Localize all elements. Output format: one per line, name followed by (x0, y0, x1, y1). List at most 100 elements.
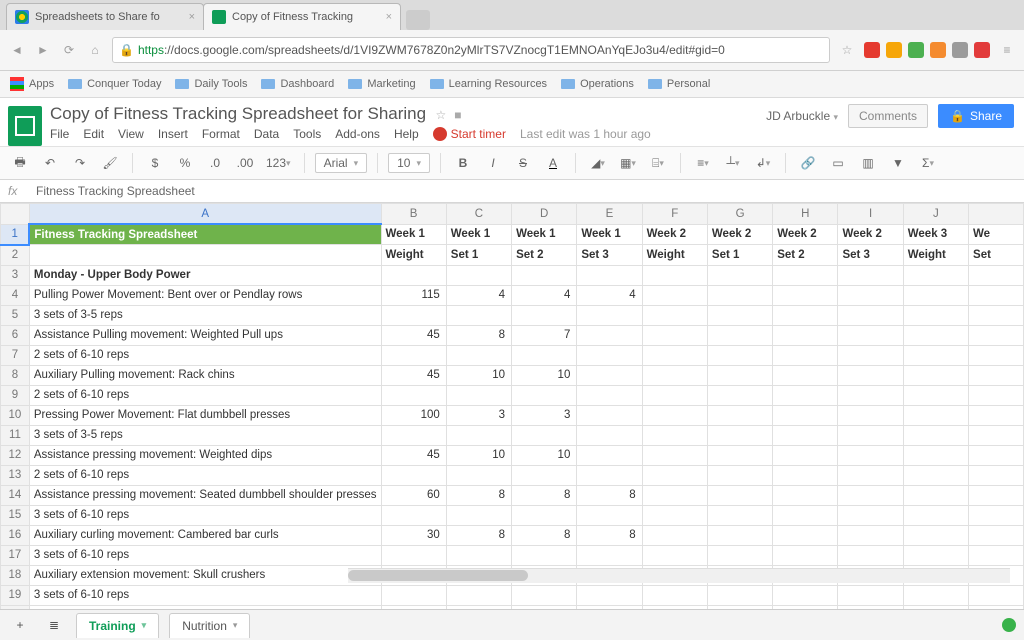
cell[interactable] (446, 345, 511, 365)
more-formats-button[interactable]: 123 ▾ (263, 152, 294, 174)
cell[interactable]: Weight (903, 245, 968, 266)
cell[interactable] (773, 385, 838, 405)
cell[interactable]: 10 (446, 445, 511, 465)
cell[interactable]: 3 sets of 3-5 reps (29, 305, 381, 325)
undo-icon[interactable]: ↶ (38, 152, 62, 174)
cell[interactable] (642, 505, 707, 525)
cell[interactable]: 100 (381, 405, 446, 425)
cell[interactable] (577, 305, 642, 325)
cell[interactable] (838, 485, 903, 505)
cell[interactable] (773, 345, 838, 365)
row-header[interactable]: 10 (1, 405, 30, 425)
scrollbar-thumb[interactable] (348, 570, 528, 581)
cell[interactable] (577, 265, 642, 285)
cell[interactable] (577, 405, 642, 425)
cell[interactable]: Weight (381, 245, 446, 266)
cell[interactable] (773, 425, 838, 445)
bold-icon[interactable]: B (451, 152, 475, 174)
bookmark-folder[interactable]: Learning Resources (430, 78, 547, 90)
cell[interactable] (969, 505, 1024, 525)
bookmark-folder[interactable]: Dashboard (261, 78, 334, 90)
cell[interactable] (381, 265, 446, 285)
cell[interactable] (838, 405, 903, 425)
ext-icon[interactable] (908, 42, 924, 58)
folder-icon[interactable]: ■ (454, 108, 461, 122)
cell[interactable]: 8 (577, 485, 642, 505)
cell[interactable]: 2 sets of 6-10 reps (29, 385, 381, 405)
reload-icon[interactable]: ⟳ (60, 41, 78, 59)
cell[interactable] (707, 285, 772, 305)
cell[interactable] (707, 485, 772, 505)
cell[interactable] (903, 385, 968, 405)
cell[interactable]: Set 1 (707, 245, 772, 266)
bookmark-folder[interactable]: Daily Tools (175, 78, 247, 90)
menu-insert[interactable]: Insert (158, 127, 188, 141)
cell[interactable] (512, 545, 577, 565)
format-percent-icon[interactable]: % (173, 152, 197, 174)
cell[interactable] (903, 425, 968, 445)
cell[interactable] (903, 485, 968, 505)
cell[interactable]: 10 (446, 365, 511, 385)
font-size-select[interactable]: 10▾ (388, 153, 430, 173)
column-header[interactable]: J (903, 204, 968, 225)
star-doc-icon[interactable]: ☆ (435, 108, 446, 122)
cell[interactable] (381, 465, 446, 485)
row-header[interactable]: 1 (1, 224, 30, 245)
cell[interactable] (707, 385, 772, 405)
cell[interactable]: 115 (381, 285, 446, 305)
cell[interactable] (577, 365, 642, 385)
start-timer-button[interactable]: Start timer (433, 127, 506, 141)
menu-file[interactable]: File (50, 127, 69, 141)
cell[interactable] (707, 585, 772, 605)
cell[interactable] (577, 545, 642, 565)
row-header[interactable]: 3 (1, 265, 30, 285)
cell[interactable] (707, 545, 772, 565)
cell[interactable]: 8 (577, 525, 642, 545)
cell[interactable] (642, 405, 707, 425)
cell[interactable] (838, 345, 903, 365)
cell[interactable]: Week 1 (446, 224, 511, 245)
cell[interactable]: Auxiliary curling movement: Cambered bar… (29, 525, 381, 545)
cell[interactable]: Pressing Power Movement: Flat dumbbell p… (29, 405, 381, 425)
cell[interactable] (773, 505, 838, 525)
cell[interactable]: 8 (446, 525, 511, 545)
cell[interactable]: Assistance Pulling movement: Weighted Pu… (29, 325, 381, 345)
menu-data[interactable]: Data (254, 127, 279, 141)
cell[interactable] (969, 465, 1024, 485)
browser-tab[interactable]: Spreadsheets to Share fo × (6, 3, 204, 30)
ext-icon[interactable] (930, 42, 946, 58)
format-currency-icon[interactable]: $ (143, 152, 167, 174)
menu-addons[interactable]: Add-ons (335, 127, 380, 141)
cell[interactable] (381, 305, 446, 325)
browser-tab[interactable]: Copy of Fitness Tracking × (203, 3, 401, 30)
cell[interactable] (969, 285, 1024, 305)
cell[interactable] (446, 425, 511, 445)
cell[interactable] (969, 365, 1024, 385)
cell[interactable]: Week 1 (577, 224, 642, 245)
home-icon[interactable]: ⌂ (86, 41, 104, 59)
cell[interactable]: Set 2 (512, 245, 577, 266)
cell[interactable]: Week 1 (381, 224, 446, 245)
row-header[interactable]: 19 (1, 585, 30, 605)
cell[interactable] (577, 465, 642, 485)
address-bar[interactable]: 🔒 https://docs.google.com/spreadsheets/d… (112, 37, 830, 63)
cell[interactable] (29, 245, 381, 266)
cell[interactable]: Set 1 (446, 245, 511, 266)
cell[interactable] (838, 325, 903, 345)
cell[interactable] (838, 505, 903, 525)
star-icon[interactable]: ☆ (838, 41, 856, 59)
cell[interactable] (512, 585, 577, 605)
cell[interactable] (969, 325, 1024, 345)
cell[interactable] (903, 285, 968, 305)
ext-icon[interactable] (974, 42, 990, 58)
cell[interactable] (512, 345, 577, 365)
column-header[interactable]: C (446, 204, 511, 225)
sheet-tab-training[interactable]: Training▾ (76, 613, 159, 638)
wrap-icon[interactable]: ↲▾ (751, 152, 775, 174)
cell[interactable]: 7 (512, 325, 577, 345)
cell[interactable] (969, 525, 1024, 545)
cell[interactable]: Pulling Power Movement: Bent over or Pen… (29, 285, 381, 305)
cell[interactable] (577, 385, 642, 405)
cell[interactable]: 30 (381, 525, 446, 545)
cell[interactable]: 45 (381, 445, 446, 465)
